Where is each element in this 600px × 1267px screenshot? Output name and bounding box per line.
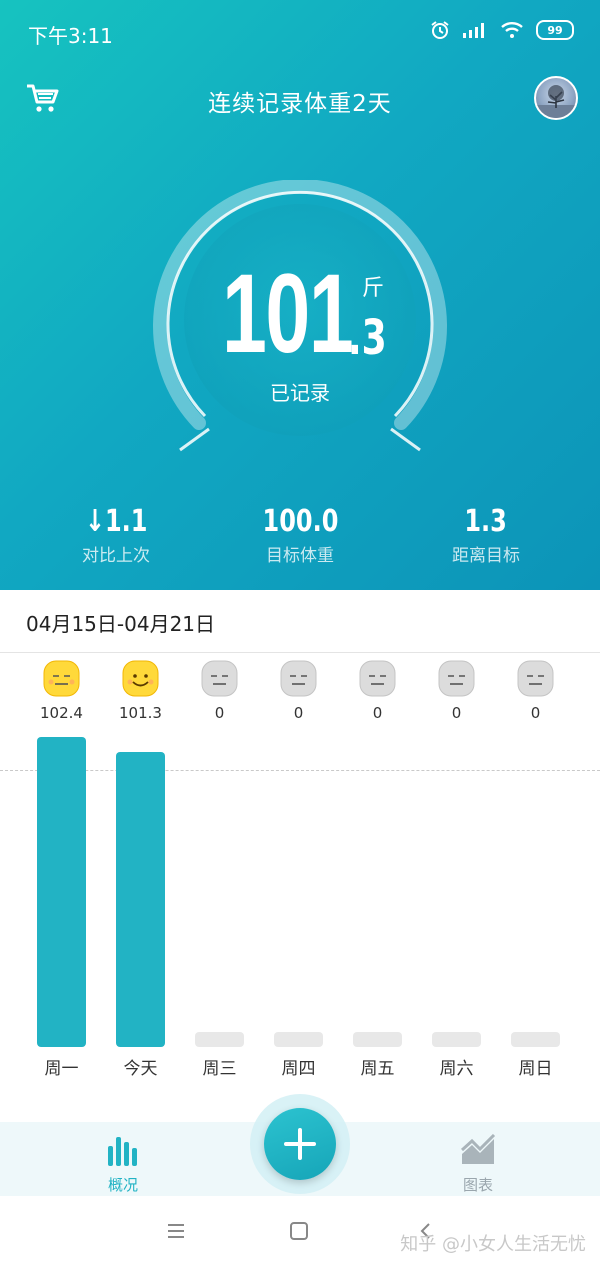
stat-compare-last: ↓1.1 对比上次 xyxy=(16,504,216,566)
stat-value: ↓1.1 xyxy=(84,504,148,539)
day-label: 周五 xyxy=(360,1059,395,1079)
stat-value: 1.3 xyxy=(464,504,508,539)
day-weight-value: 101.3 xyxy=(119,704,162,722)
summary-header: 下午3:11 99 连续记录体重2天 101 斤 .3 已记录 ↓1.1 对比上… xyxy=(0,0,600,590)
bar-chart-icon xyxy=(108,1137,137,1166)
watermark: 知乎 @小女人生活无忧 xyxy=(400,1234,586,1255)
day-weight-value: 102.4 xyxy=(40,704,83,722)
home-icon[interactable] xyxy=(289,1221,309,1241)
stat-value: 100.0 xyxy=(262,504,338,539)
day-label: 今天 xyxy=(123,1059,158,1079)
plus-icon xyxy=(284,1128,316,1160)
goal-line xyxy=(0,770,600,771)
status-time: 下午3:11 xyxy=(28,24,113,48)
stat-target-weight: 100.0 目标体重 xyxy=(200,504,400,566)
weight-bar xyxy=(511,1032,560,1047)
battery-indicator: 99 xyxy=(536,20,574,40)
gray-neutral-face-icon xyxy=(517,660,554,697)
weight-bar xyxy=(37,737,86,1047)
alarm-icon xyxy=(431,21,449,39)
title-bar: 连续记录体重2天 xyxy=(0,76,600,124)
wifi-icon xyxy=(501,22,523,38)
gray-neutral-face-icon xyxy=(359,660,396,697)
status-icons: 99 xyxy=(430,20,574,40)
day-weight-value: 0 xyxy=(372,704,383,722)
day-label: 周三 xyxy=(202,1059,237,1079)
weekly-weight-chart: 102.4 周一 101.3 今天 0 周三 0 周四 0 周五 0 周六 0 周日 xyxy=(0,652,600,1122)
line-chart-icon xyxy=(460,1133,496,1164)
weight-bar xyxy=(116,752,165,1047)
tab-overview[interactable]: 概况 xyxy=(63,1134,183,1195)
tab-label: 概况 xyxy=(107,1176,138,1194)
stat-label: 距离目标 xyxy=(452,546,520,566)
tab-label: 图表 xyxy=(462,1176,493,1194)
stat-distance-to-target: 1.3 距离目标 xyxy=(386,504,586,566)
weight-bar xyxy=(432,1032,481,1047)
day-label: 周一 xyxy=(44,1059,79,1079)
stat-label: 目标体重 xyxy=(266,546,334,566)
day-label: 周六 xyxy=(439,1059,474,1079)
gray-neutral-face-icon xyxy=(438,660,475,697)
system-nav-bar: 知乎 @小女人生活无忧 xyxy=(0,1196,600,1267)
yellow-neutral-face-icon xyxy=(43,660,80,697)
menu-icon[interactable] xyxy=(166,1222,186,1240)
page-title: 连续记录体重2天 xyxy=(208,91,392,117)
avatar[interactable] xyxy=(534,76,578,120)
weight-bar xyxy=(274,1032,323,1047)
signal-icon xyxy=(463,23,484,38)
weight-integer: 101 xyxy=(222,251,354,376)
status-bar: 下午3:11 99 xyxy=(0,0,600,64)
stat-label: 对比上次 xyxy=(82,546,150,566)
weight-bar xyxy=(195,1032,244,1047)
tab-charts[interactable]: 图表 xyxy=(418,1133,538,1195)
weight-decimal: .3 xyxy=(348,310,387,366)
gray-neutral-face-icon xyxy=(280,660,317,697)
day-weight-value: 0 xyxy=(293,704,304,722)
gray-neutral-face-icon xyxy=(201,660,238,697)
weight-bar xyxy=(353,1032,402,1047)
record-status: 已记录 xyxy=(270,381,330,405)
day-weight-value: 0 xyxy=(451,704,462,722)
week-range-row[interactable]: 04月15日-04月21日 xyxy=(0,590,600,653)
weight-unit: 斤 xyxy=(362,276,385,301)
add-record-button[interactable] xyxy=(264,1108,336,1180)
week-range: 04月15日-04月21日 xyxy=(26,612,216,636)
tree-avatar-image xyxy=(536,85,576,118)
day-label: 周四 xyxy=(281,1059,316,1079)
day-weight-value: 0 xyxy=(530,704,541,722)
day-label: 周日 xyxy=(518,1059,553,1079)
day-weight-value: 0 xyxy=(214,704,225,722)
yellow-smile-face-icon xyxy=(122,660,159,697)
